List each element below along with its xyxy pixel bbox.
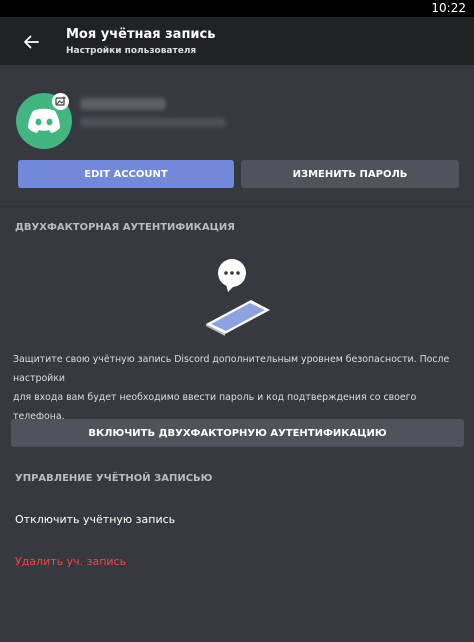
page-title: Моя учётная запись [66, 27, 216, 42]
section-divider [0, 206, 474, 207]
description-line: настройки [13, 373, 66, 384]
two-factor-section-title: ДВУХФАКТОРНАЯ АУТЕНТИФИКАЦИЯ [15, 222, 235, 233]
account-management-section-title: УПРАВЛЕНИЕ УЧЁТНОЙ ЗАПИСЬЮ [15, 473, 213, 484]
enable-two-factor-button[interactable]: ВКЛЮЧИТЬ ДВУХФАКТОРНУЮ АУТЕНТИФИКАЦИЮ [11, 419, 464, 447]
email-redacted [80, 118, 226, 127]
page-subtitle: Настройки пользователя [66, 46, 197, 56]
username-redacted [80, 98, 166, 110]
status-time: 10:22 [431, 1, 466, 15]
delete-account-link[interactable]: Удалить уч. запись [15, 555, 126, 568]
image-edit-icon [55, 96, 66, 106]
app-bar: Моя учётная запись Настройки пользовател… [0, 17, 474, 65]
discord-logo-icon [28, 108, 60, 133]
phone-chat-icon [206, 259, 270, 336]
change-password-button[interactable]: ИЗМЕНИТЬ ПАРОЛЬ [241, 160, 459, 188]
two-factor-description: Защитите свою учётную запись Discord доп… [13, 350, 463, 426]
description-line: Защитите свою учётную запись Discord доп… [13, 354, 450, 365]
back-button[interactable] [18, 29, 44, 55]
disable-account-link[interactable]: Отключить учётную запись [15, 513, 175, 526]
two-factor-illustration [196, 256, 276, 336]
status-bar: 10:22 [0, 0, 474, 17]
avatar-edit-button[interactable] [52, 93, 69, 110]
edit-account-button[interactable]: EDIT ACCOUNT [18, 160, 234, 188]
arrow-left-icon [24, 35, 39, 49]
